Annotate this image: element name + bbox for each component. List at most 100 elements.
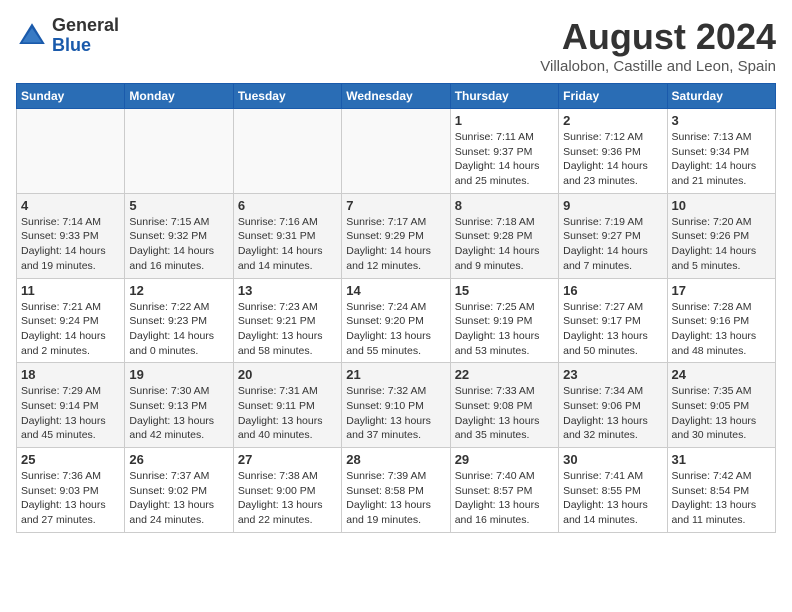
page-header: General Blue August 2024 Villalobon, Cas… [16,16,776,75]
calendar-day-cell: 28 Sunrise: 7:39 AM Sunset: 8:58 PM Dayli… [342,448,450,533]
calendar-day-cell: 18Sunrise: 7:29 AM Sunset: 9:14 PM Dayli… [17,363,125,448]
day-info: Sunrise: 7:30 AM Sunset: 9:13 PM Dayligh… [129,384,228,443]
day-info: Sunrise: 7:21 AM Sunset: 9:24 PM Dayligh… [21,300,120,359]
day-number: 16 [563,283,662,298]
day-info: Sunrise: 7:17 AM Sunset: 9:29 PM Dayligh… [346,215,445,274]
calendar-week-row: 11 Sunrise: 7:21 AM Sunset: 9:24 PM Dayli… [17,278,776,363]
calendar-day-cell: 13Sunrise: 7:23 AM Sunset: 9:21 PM Dayli… [233,278,341,363]
calendar-day-cell [17,109,125,194]
day-info: Sunrise: 7:24 AM Sunset: 9:20 PM Dayligh… [346,300,445,359]
day-info: Sunrise: 7:19 AM Sunset: 9:27 PM Dayligh… [563,215,662,274]
location-title: Villalobon, Castille and Leon, Spain [540,58,776,75]
day-info: Sunrise: 7:18 AM Sunset: 9:28 PM Dayligh… [455,215,554,274]
day-number: 26 [129,452,228,467]
day-number: 11 [21,283,120,298]
day-number: 25 [21,452,120,467]
calendar-day-cell [342,109,450,194]
day-number: 12 [129,283,228,298]
day-info: Sunrise: 7:31 AM Sunset: 9:11 PM Dayligh… [238,384,337,443]
calendar-day-cell: 19Sunrise: 7:30 AM Sunset: 9:13 PM Dayli… [125,363,233,448]
day-number: 5 [129,198,228,213]
weekday-header: Friday [559,84,667,109]
day-info: Sunrise: 7:28 AM Sunset: 9:16 PM Dayligh… [672,300,771,359]
calendar-day-cell: 15 Sunrise: 7:25 AM Sunset: 9:19 PM Dayli… [450,278,558,363]
day-number: 24 [672,367,771,382]
calendar-day-cell: 9Sunrise: 7:19 AM Sunset: 9:27 PM Daylig… [559,193,667,278]
calendar-day-cell: 27 Sunrise: 7:38 AM Sunset: 9:00 PM Dayli… [233,448,341,533]
logo-icon [16,20,48,52]
day-number: 30 [563,452,662,467]
calendar-day-cell: 21 Sunrise: 7:32 AM Sunset: 9:10 PM Dayli… [342,363,450,448]
calendar-day-cell: 12 Sunrise: 7:22 AM Sunset: 9:23 PM Dayli… [125,278,233,363]
day-number: 28 [346,452,445,467]
calendar-day-cell: 29Sunrise: 7:40 AM Sunset: 8:57 PM Dayli… [450,448,558,533]
calendar-day-cell: 1 Sunrise: 7:11 AM Sunset: 9:37 PM Daylig… [450,109,558,194]
day-number: 21 [346,367,445,382]
day-info: Sunrise: 7:38 AM Sunset: 9:00 PM Dayligh… [238,469,337,528]
calendar-day-cell: 7 Sunrise: 7:17 AM Sunset: 9:29 PM Daylig… [342,193,450,278]
day-info: Sunrise: 7:27 AM Sunset: 9:17 PM Dayligh… [563,300,662,359]
calendar-table: SundayMondayTuesdayWednesdayThursdayFrid… [16,83,776,533]
day-info: Sunrise: 7:25 AM Sunset: 9:19 PM Dayligh… [455,300,554,359]
day-info: Sunrise: 7:32 AM Sunset: 9:10 PM Dayligh… [346,384,445,443]
calendar-day-cell: 20Sunrise: 7:31 AM Sunset: 9:11 PM Dayli… [233,363,341,448]
day-number: 6 [238,198,337,213]
day-number: 29 [455,452,554,467]
calendar-day-cell: 5 Sunrise: 7:15 AM Sunset: 9:32 PM Daylig… [125,193,233,278]
day-number: 31 [672,452,771,467]
day-info: Sunrise: 7:12 AM Sunset: 9:36 PM Dayligh… [563,130,662,189]
day-number: 1 [455,113,554,128]
day-info: Sunrise: 7:22 AM Sunset: 9:23 PM Dayligh… [129,300,228,359]
calendar-day-cell: 17Sunrise: 7:28 AM Sunset: 9:16 PM Dayli… [667,278,775,363]
day-info: Sunrise: 7:41 AM Sunset: 8:55 PM Dayligh… [563,469,662,528]
day-info: Sunrise: 7:11 AM Sunset: 9:37 PM Dayligh… [455,130,554,189]
calendar-day-cell: 4Sunrise: 7:14 AM Sunset: 9:33 PM Daylig… [17,193,125,278]
calendar-week-row: 18Sunrise: 7:29 AM Sunset: 9:14 PM Dayli… [17,363,776,448]
calendar-week-row: 4Sunrise: 7:14 AM Sunset: 9:33 PM Daylig… [17,193,776,278]
weekday-header: Monday [125,84,233,109]
day-number: 15 [455,283,554,298]
calendar-day-cell: 24Sunrise: 7:35 AM Sunset: 9:05 PM Dayli… [667,363,775,448]
day-info: Sunrise: 7:42 AM Sunset: 8:54 PM Dayligh… [672,469,771,528]
calendar-day-cell: 10 Sunrise: 7:20 AM Sunset: 9:26 PM Dayli… [667,193,775,278]
calendar-day-cell [233,109,341,194]
day-number: 4 [21,198,120,213]
calendar-week-row: 25Sunrise: 7:36 AM Sunset: 9:03 PM Dayli… [17,448,776,533]
day-info: Sunrise: 7:15 AM Sunset: 9:32 PM Dayligh… [129,215,228,274]
calendar-day-cell: 30 Sunrise: 7:41 AM Sunset: 8:55 PM Dayli… [559,448,667,533]
day-info: Sunrise: 7:13 AM Sunset: 9:34 PM Dayligh… [672,130,771,189]
calendar-day-cell: 31 Sunrise: 7:42 AM Sunset: 8:54 PM Dayli… [667,448,775,533]
day-info: Sunrise: 7:33 AM Sunset: 9:08 PM Dayligh… [455,384,554,443]
calendar-day-cell: 26 Sunrise: 7:37 AM Sunset: 9:02 PM Dayli… [125,448,233,533]
day-number: 23 [563,367,662,382]
weekday-header: Tuesday [233,84,341,109]
calendar-header-row: SundayMondayTuesdayWednesdayThursdayFrid… [17,84,776,109]
logo: General Blue [16,16,119,56]
day-number: 8 [455,198,554,213]
calendar-day-cell: 14 Sunrise: 7:24 AM Sunset: 9:20 PM Dayli… [342,278,450,363]
day-number: 3 [672,113,771,128]
day-info: Sunrise: 7:39 AM Sunset: 8:58 PM Dayligh… [346,469,445,528]
weekday-header: Saturday [667,84,775,109]
weekday-header: Sunday [17,84,125,109]
calendar-day-cell: 6Sunrise: 7:16 AM Sunset: 9:31 PM Daylig… [233,193,341,278]
day-number: 14 [346,283,445,298]
day-info: Sunrise: 7:37 AM Sunset: 9:02 PM Dayligh… [129,469,228,528]
calendar-week-row: 1 Sunrise: 7:11 AM Sunset: 9:37 PM Daylig… [17,109,776,194]
day-info: Sunrise: 7:20 AM Sunset: 9:26 PM Dayligh… [672,215,771,274]
calendar-day-cell: 8 Sunrise: 7:18 AM Sunset: 9:28 PM Daylig… [450,193,558,278]
calendar-day-cell: 3 Sunrise: 7:13 AM Sunset: 9:34 PM Daylig… [667,109,775,194]
weekday-header: Thursday [450,84,558,109]
day-number: 22 [455,367,554,382]
calendar-day-cell: 16 Sunrise: 7:27 AM Sunset: 9:17 PM Dayli… [559,278,667,363]
calendar-day-cell: 2Sunrise: 7:12 AM Sunset: 9:36 PM Daylig… [559,109,667,194]
day-number: 18 [21,367,120,382]
weekday-header: Wednesday [342,84,450,109]
day-number: 10 [672,198,771,213]
calendar-day-cell: 22 Sunrise: 7:33 AM Sunset: 9:08 PM Dayli… [450,363,558,448]
day-number: 27 [238,452,337,467]
day-info: Sunrise: 7:34 AM Sunset: 9:06 PM Dayligh… [563,384,662,443]
month-title: August 2024 [540,16,776,58]
day-number: 7 [346,198,445,213]
day-number: 13 [238,283,337,298]
